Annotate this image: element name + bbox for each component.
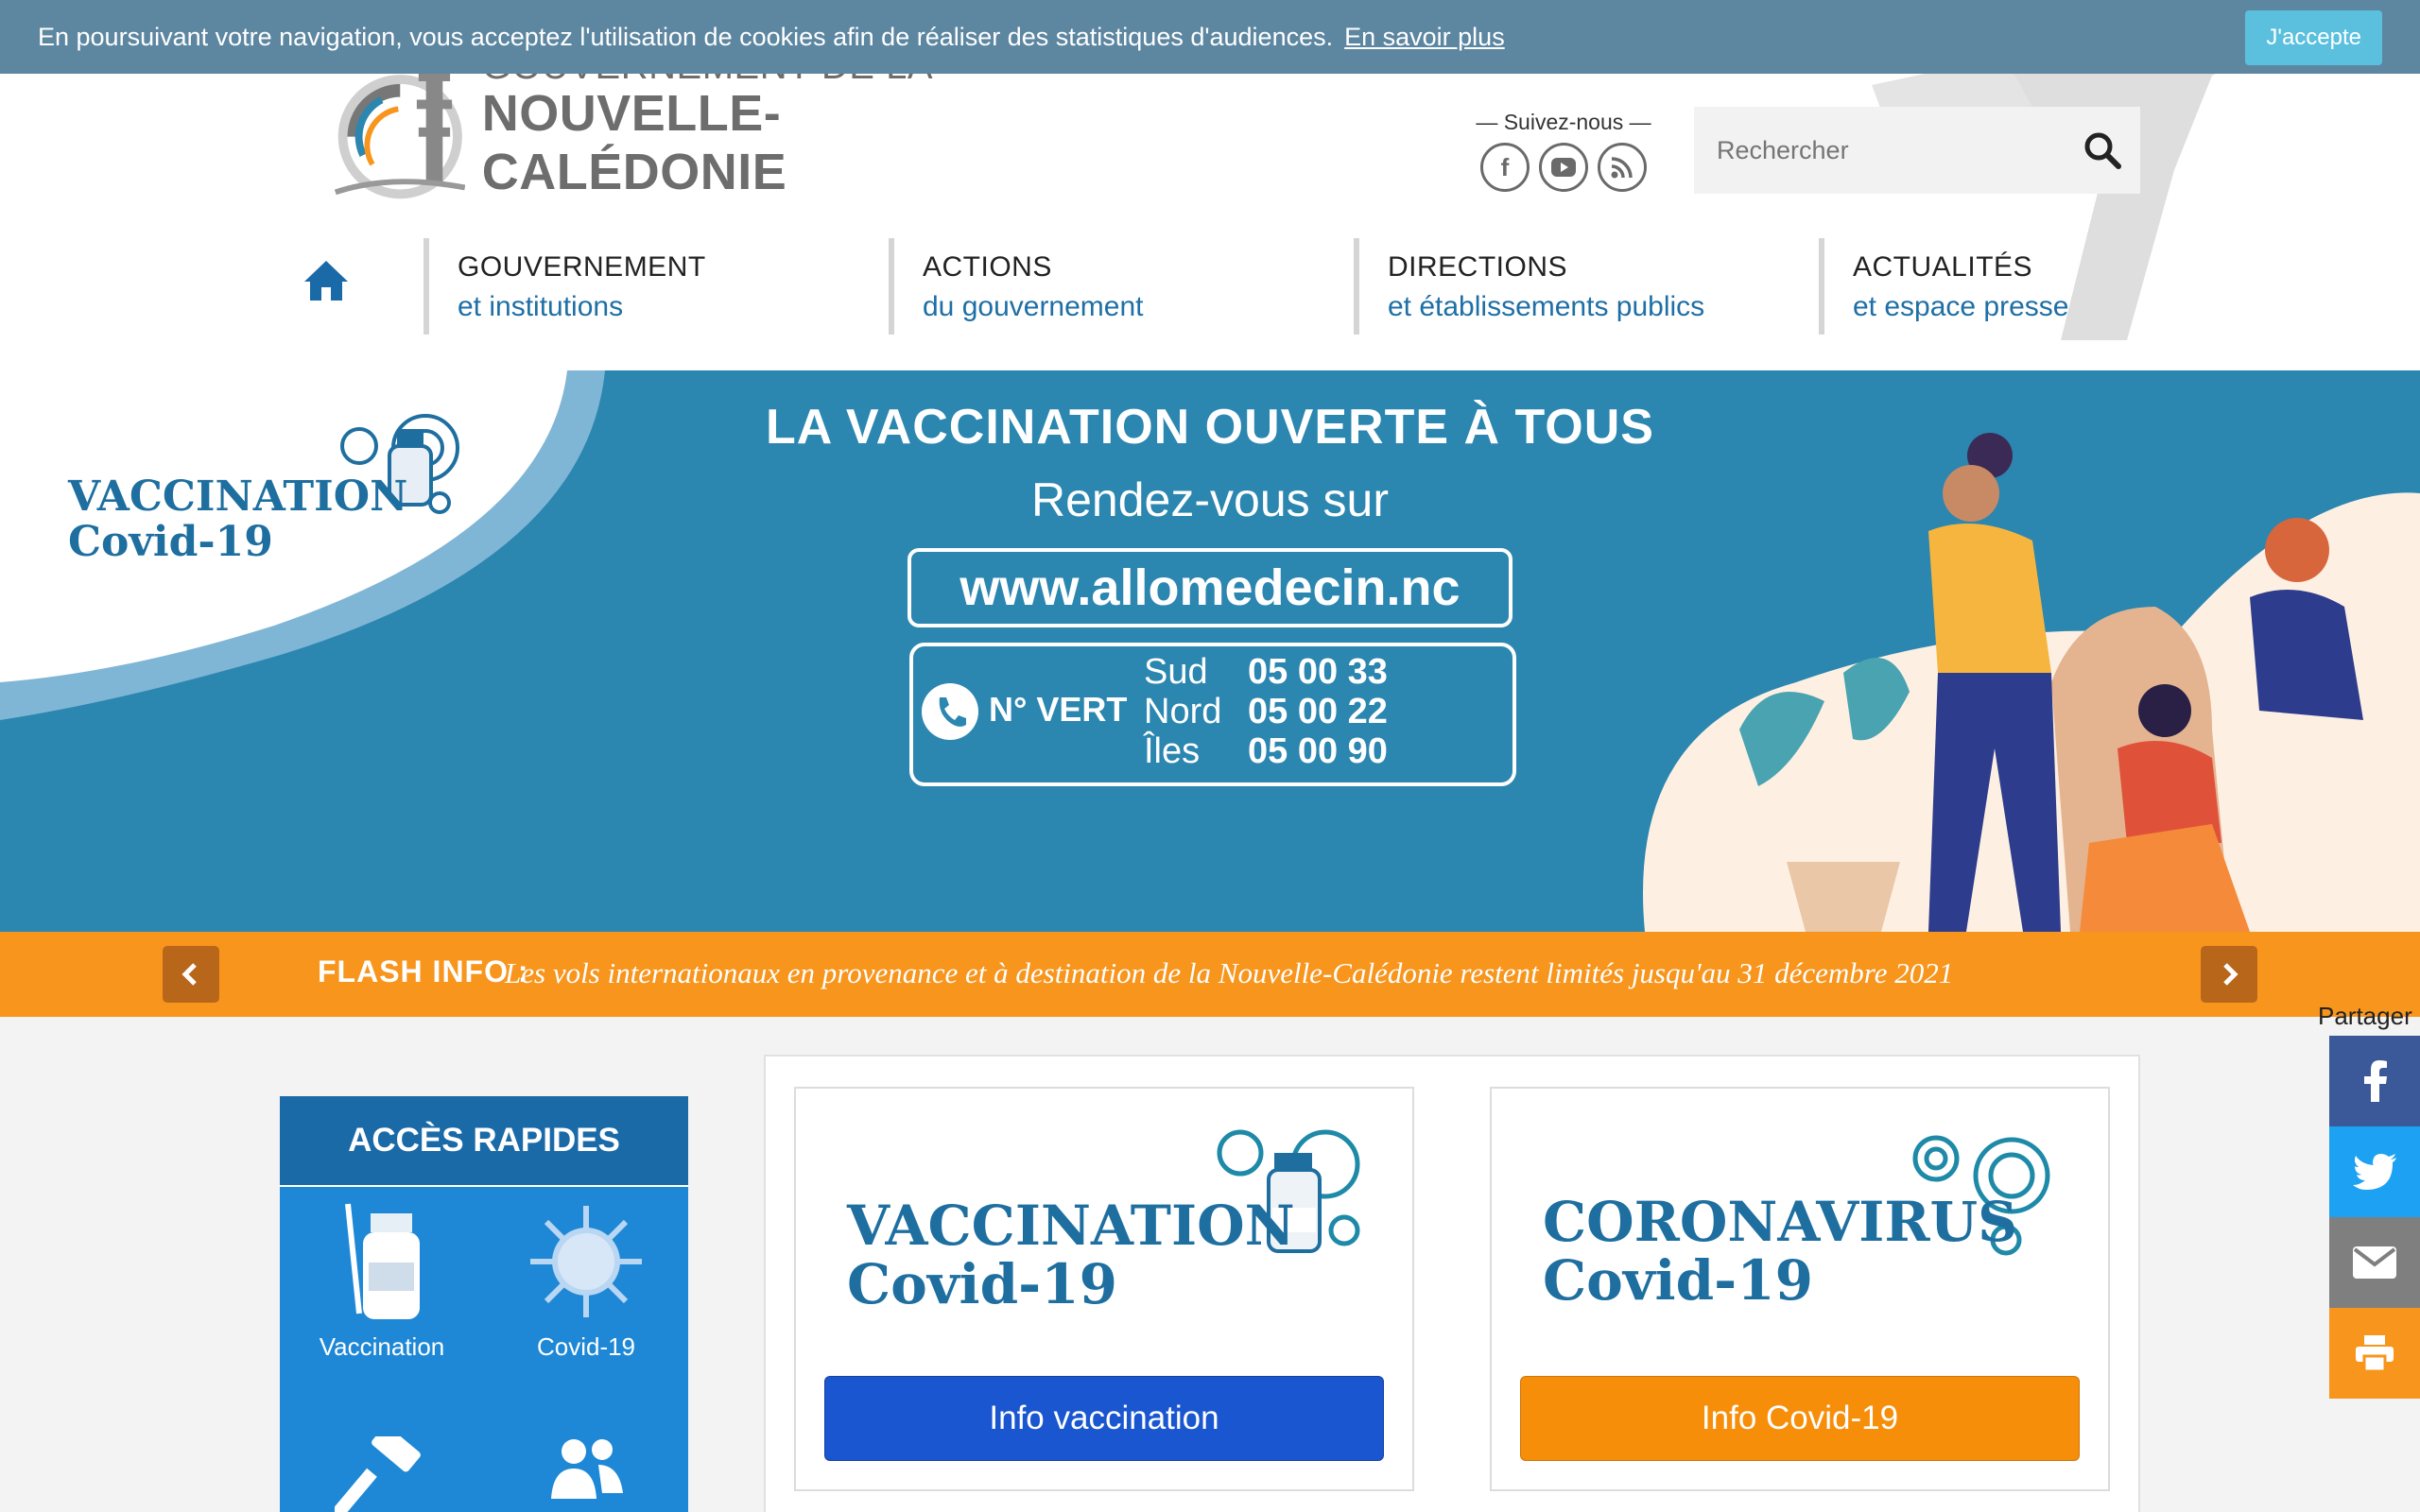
nav-subtitle: du gouvernement	[923, 291, 1144, 322]
flash-label: FLASH INFO :	[318, 954, 529, 988]
cookie-banner: En poursuivant votre navigation, vous ac…	[0, 0, 2420, 74]
rss-icon[interactable]	[1598, 143, 1647, 192]
phone-icon	[922, 683, 978, 740]
vaccination-card: VACCINATION Covid-19 Info vaccination	[794, 1087, 1414, 1491]
phone-zone: Nord	[1144, 692, 1222, 731]
twitter-icon	[2353, 1154, 2396, 1190]
nav-actions[interactable]: ACTIONS du gouvernement	[889, 238, 1342, 335]
share-mail-button[interactable]	[2329, 1217, 2420, 1308]
card-title: VACCINATION Covid-19	[847, 1196, 1295, 1314]
cookie-text: En poursuivant votre navigation, vous ac…	[38, 22, 1334, 51]
virus-icon	[530, 1206, 642, 1317]
people-icon	[551, 1439, 623, 1499]
flash-text[interactable]: Les vols internationaux en provenance et…	[505, 956, 1953, 990]
phone-row-iles: Îles 05 00 90	[1144, 731, 1388, 772]
home-icon	[304, 261, 348, 301]
facebook-icon[interactable]: f	[1480, 143, 1530, 192]
quick-item-people[interactable]	[484, 1436, 688, 1512]
coronavirus-card: CORONAVIRUS Covid-19 Info Covid-19	[1490, 1087, 2110, 1491]
youtube-icon[interactable]	[1539, 143, 1588, 192]
flash-next-button[interactable]	[2201, 946, 2257, 1003]
banner-headline: LA VACCINATION OUVERTE À TOUS	[766, 400, 1654, 455]
nav-title: DIRECTIONS	[1388, 251, 1568, 283]
gavel-icon	[335, 1436, 421, 1512]
phone-row-sud: Sud 05 00 33	[1144, 652, 1388, 693]
facebook-icon	[2364, 1060, 2387, 1102]
quick-item-label: Vaccination	[319, 1332, 445, 1361]
share-label: Partager	[2318, 1002, 2412, 1030]
nav-title: ACTUALITÉS	[1853, 251, 2033, 283]
share-twitter-button[interactable]	[2329, 1126, 2420, 1217]
flash-info-bar: FLASH INFO : Les vols internationaux en …	[0, 932, 2420, 1017]
green-number-label: N° VERT	[989, 690, 1128, 729]
share-facebook-button[interactable]	[2329, 1036, 2420, 1126]
phone-number: 05 00 90	[1248, 731, 1388, 771]
quick-access-title: ACCÈS RAPIDES	[280, 1096, 688, 1187]
quick-item-justice[interactable]	[280, 1436, 484, 1512]
hero-banner[interactable]: VACCINATION Covid-19 LA VACCINATION OUVE…	[0, 370, 2420, 932]
share-print-button[interactable]	[2329, 1308, 2420, 1399]
nav-title: GOUVERNEMENT	[458, 251, 706, 283]
search-input[interactable]	[1694, 107, 2065, 194]
vaccine-vial-icon	[345, 1203, 420, 1319]
info-vaccination-button[interactable]: Info vaccination	[824, 1376, 1384, 1461]
print-icon	[2356, 1335, 2394, 1371]
phone-zone: Sud	[1144, 652, 1208, 692]
nav-subtitle: et institutions	[458, 291, 624, 322]
follow-us: — Suivez-nous — f	[1463, 110, 1664, 192]
featured-panel: VACCINATION Covid-19 Info vaccination CO…	[764, 1055, 2140, 1512]
cookie-more-link[interactable]: En savoir plus	[1344, 23, 1505, 52]
flash-prev-button[interactable]	[163, 946, 219, 1003]
cookie-accept-button[interactable]: J'accepte	[2245, 10, 2382, 65]
quick-item-label: Covid-19	[536, 1332, 636, 1361]
nav-title: ACTIONS	[923, 251, 1052, 283]
nav-subtitle: et établissements publics	[1388, 291, 1705, 322]
logo-line2: NOUVELLE-CALÉDONIE	[481, 84, 787, 200]
card-title-line1: VACCINATION	[847, 1194, 1295, 1258]
card-title-line2: Covid-19	[1543, 1248, 1813, 1313]
quick-item-covid[interactable]: Covid-19	[484, 1200, 688, 1362]
nav-subtitle: et espace presse	[1853, 291, 2069, 322]
quick-access: ACCÈS RAPIDES Vaccination Covid-19	[280, 1096, 688, 1512]
quick-item-vaccination[interactable]: Vaccination	[280, 1200, 484, 1362]
chevron-right-icon	[2223, 963, 2238, 986]
follow-label: — Suivez-nous —	[1476, 110, 1651, 134]
phone-zone: Îles	[1144, 731, 1201, 771]
phone-number: 05 00 33	[1248, 652, 1388, 692]
green-number-box: N° VERT Sud 05 00 33 Nord 05 00 22 Îles …	[909, 643, 1516, 786]
banner-url: www.allomedecin.nc	[908, 548, 1512, 627]
card-title-line2: Covid-19	[847, 1252, 1117, 1316]
chevron-left-icon	[182, 963, 197, 986]
main-nav: GOUVERNEMENT et institutions ACTIONS du …	[302, 238, 2146, 335]
nav-directions[interactable]: DIRECTIONS et établissements publics	[1354, 238, 1807, 335]
search-icon	[2084, 132, 2121, 169]
banner-rdv: Rendez-vous sur	[1031, 473, 1389, 526]
info-covid-button[interactable]: Info Covid-19	[1520, 1376, 2080, 1461]
card-title-line1: CORONAVIRUS	[1543, 1190, 2018, 1254]
search-box	[1694, 107, 2140, 194]
nav-gouvernement[interactable]: GOUVERNEMENT et institutions	[424, 238, 877, 335]
mail-icon	[2353, 1246, 2396, 1279]
card-title: CORONAVIRUS Covid-19	[1543, 1193, 2017, 1310]
phone-row-nord: Nord 05 00 22	[1144, 692, 1388, 732]
nav-actualites[interactable]: ACTUALITÉS et espace presse	[1819, 238, 2140, 335]
phone-number: 05 00 22	[1248, 692, 1388, 731]
home-link[interactable]	[302, 257, 359, 314]
search-button[interactable]	[2065, 107, 2140, 194]
